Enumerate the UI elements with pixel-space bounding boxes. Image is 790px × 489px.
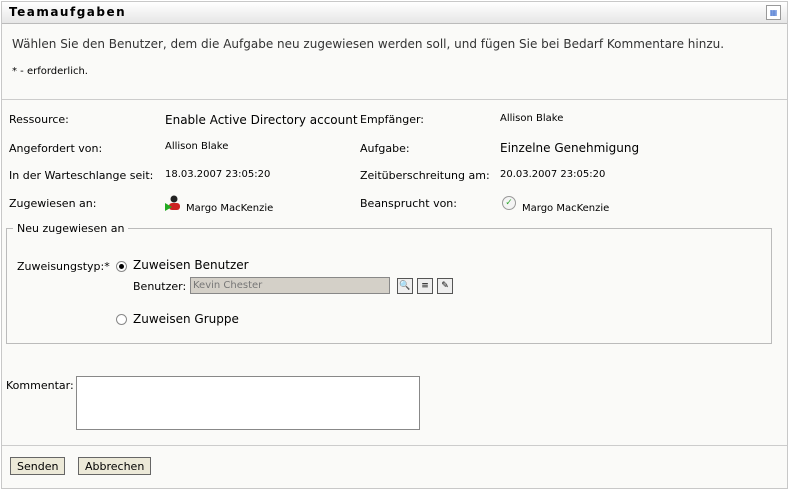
assigned-label: Zugewiesen an:: [9, 197, 97, 210]
requested-by-value: Allison Blake: [165, 141, 229, 152]
panel-menu-icon[interactable]: ▦: [766, 5, 781, 20]
required-note: * - erforderlich.: [12, 66, 88, 77]
comment-textarea[interactable]: [76, 376, 420, 430]
assign-user-label: Zuweisen Benutzer: [133, 258, 249, 272]
resource-label: Ressource:: [9, 113, 69, 126]
assignment-type-label: Zuweisungstyp:*: [17, 260, 110, 273]
panel-title: Teamaufgaben: [9, 5, 127, 19]
timeout-value: 20.03.2007 23:05:20: [500, 169, 606, 180]
divider: [2, 445, 787, 446]
history-list-icon[interactable]: ≡: [417, 278, 433, 294]
assign-group-radio[interactable]: [116, 314, 127, 325]
search-icon[interactable]: 🔍: [397, 278, 413, 294]
task-label: Aufgabe:: [360, 142, 410, 155]
resource-value: Enable Active Directory account: [165, 113, 358, 127]
title-bar: Teamaufgaben ▦: [2, 2, 787, 24]
divider: [2, 99, 787, 100]
queued-value: 18.03.2007 23:05:20: [165, 169, 271, 180]
checkmark-icon: ✓: [502, 196, 516, 210]
user-input[interactable]: [190, 277, 390, 294]
user-label: Benutzer:: [133, 280, 187, 293]
assign-user-radio[interactable]: [116, 261, 127, 272]
claimed-value: Margo MacKenzie: [522, 203, 610, 214]
comment-label: Kommentar:: [6, 379, 74, 392]
instruction-text: Wählen Sie den Benutzer, dem die Aufgabe…: [12, 37, 725, 51]
claimed-label: Beansprucht von:: [360, 197, 457, 210]
task-value: Einzelne Genehmigung: [500, 141, 640, 155]
assigned-value: Margo MacKenzie: [186, 203, 274, 214]
assign-group-label: Zuweisen Gruppe: [133, 312, 239, 326]
queued-label: In der Warteschlange seit:: [9, 169, 154, 182]
recipient-value: Allison Blake: [500, 113, 564, 124]
send-button[interactable]: Senden: [10, 457, 66, 475]
user-icon: [165, 195, 181, 211]
timeout-label: Zeitüberschreitung am:: [360, 169, 490, 182]
clear-eraser-icon[interactable]: ✎: [437, 278, 453, 294]
recipient-label: Empfänger:: [360, 113, 425, 126]
reassign-legend: Neu zugewiesen an: [17, 222, 125, 235]
cancel-button[interactable]: Abbrechen: [78, 457, 152, 475]
requested-by-label: Angefordert von:: [9, 142, 103, 155]
